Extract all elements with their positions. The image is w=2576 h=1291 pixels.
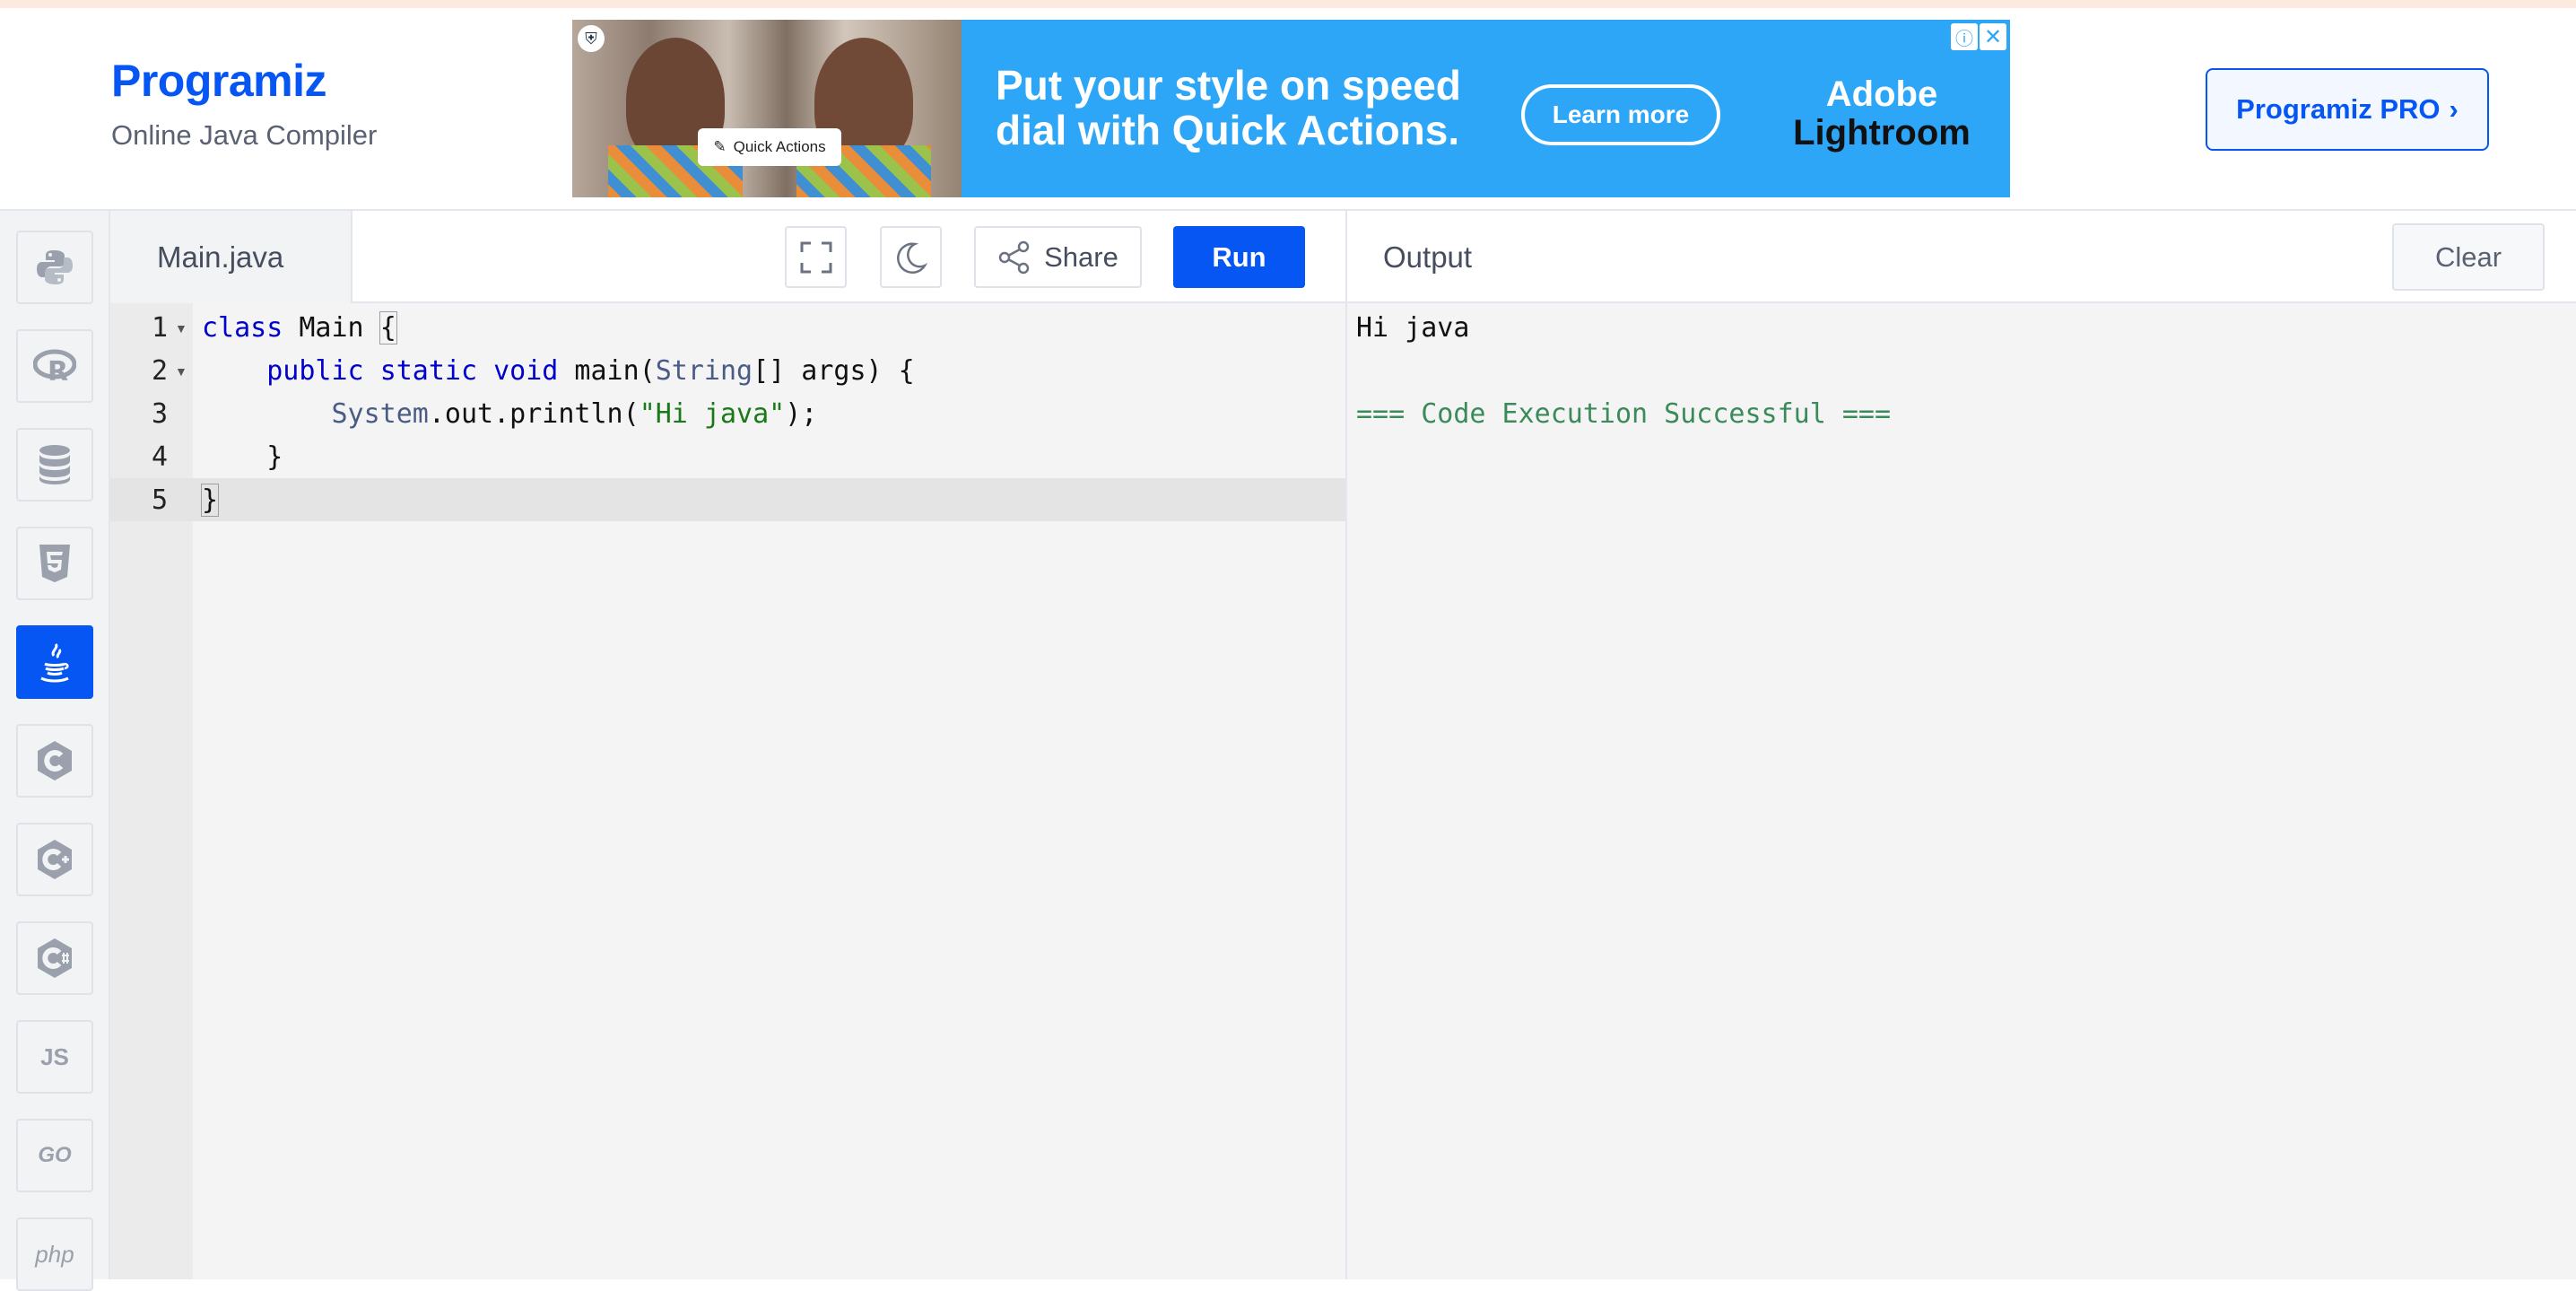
javascript-icon[interactable]: JS <box>16 1020 93 1094</box>
code-line-4: } <box>202 441 283 473</box>
database-icon[interactable] <box>16 428 93 502</box>
output-header: Output Clear <box>1345 211 2576 303</box>
fold-arrow-icon[interactable]: ▼ <box>175 364 187 379</box>
brand-name: Programiz <box>111 56 327 106</box>
code-line-5: } <box>200 484 220 517</box>
fold-arrow-icon[interactable]: ▼ <box>175 321 187 336</box>
ad-headline: Put your style on speed dial with Quick … <box>996 63 1461 153</box>
code-line-3: System.out.println("Hi java"); <box>331 398 818 430</box>
language-sidebar: R JS GO php <box>0 211 110 1291</box>
output-success-line: === Code Execution Successful === <box>1356 398 1892 430</box>
line-number: 2 <box>151 355 168 387</box>
close-icon[interactable]: ✕ <box>1980 23 2006 50</box>
active-line-highlight <box>110 478 1345 521</box>
output-title: Output <box>1383 240 1473 274</box>
editor-toolbar: Main.java Share Run <box>110 211 1345 303</box>
cpp-icon[interactable] <box>16 823 93 896</box>
ad-chip-label: Quick Actions <box>733 138 826 155</box>
ad-photo <box>572 20 962 197</box>
php-icon[interactable]: php <box>16 1217 93 1291</box>
run-button[interactable]: Run <box>1173 226 1305 288</box>
line-number: 5 <box>151 484 168 516</box>
csharp-icon[interactable] <box>16 921 93 995</box>
top-strip <box>0 0 2576 8</box>
fullscreen-button[interactable] <box>785 226 847 288</box>
page-subtitle: Online Java Compiler <box>111 119 378 151</box>
line-number: 3 <box>151 398 168 430</box>
file-tab-main-java[interactable]: Main.java <box>110 211 352 303</box>
programiz-logo[interactable]: Programiz <box>111 55 377 107</box>
programiz-pro-button[interactable]: Programiz PRO › <box>2206 68 2489 151</box>
shield-icon: ⛨ <box>578 25 605 52</box>
ad-headline-line1: Put your style on speed <box>996 62 1461 109</box>
output-panel: Hi java === Code Execution Successful ==… <box>1345 303 2576 1279</box>
info-icon[interactable]: ⓘ <box>1951 23 1978 50</box>
wand-icon: ✎ <box>713 138 727 155</box>
java-icon[interactable] <box>16 625 93 699</box>
dark-mode-toggle[interactable] <box>880 226 942 288</box>
code-editor[interactable]: 1 ▼ 2 ▼ 3 4 5 class Main { public static… <box>110 303 1345 1279</box>
moon-icon <box>896 242 927 274</box>
ad-headline-line2: dial with Quick Actions. <box>996 107 1460 153</box>
pro-button-label: Programiz PRO <box>2236 93 2441 125</box>
header: Programiz Online Java Compiler ⛨ ✎ Quick… <box>0 8 2576 211</box>
go-icon[interactable]: GO <box>16 1119 93 1192</box>
line-number: 4 <box>151 441 168 473</box>
line-number: 1 <box>151 312 168 344</box>
brand[interactable]: Programiz Online Java Compiler <box>111 55 377 152</box>
r-language-icon[interactable]: R <box>16 329 93 403</box>
ad-brand-line2: Lightroom <box>1793 113 1971 153</box>
code-line-2: public static void main(String[] args) { <box>266 355 915 387</box>
c-language-icon[interactable] <box>16 724 93 798</box>
output-line: Hi java <box>1356 312 1470 344</box>
python-icon[interactable] <box>16 231 93 304</box>
ad-brand-line1: Adobe <box>1825 74 1938 114</box>
ad-brand: Adobe Lightroom <box>1774 75 1989 153</box>
ad-quick-actions-chip: ✎ Quick Actions <box>698 128 841 166</box>
share-label: Share <box>1044 240 1118 273</box>
share-icon <box>998 240 1030 274</box>
clear-button[interactable]: Clear <box>2392 223 2545 291</box>
fullscreen-icon <box>800 241 831 273</box>
ad-learn-more-button[interactable]: Learn more <box>1521 84 1720 145</box>
advertisement-banner[interactable]: ⛨ ✎ Quick Actions Put your style on spee… <box>572 20 2010 197</box>
chevron-right-icon: › <box>2449 93 2459 125</box>
svg-text:R: R <box>48 356 68 384</box>
share-button[interactable]: Share <box>974 226 1142 288</box>
html5-icon[interactable] <box>16 527 93 600</box>
code-line-1: class Main { <box>202 311 397 345</box>
